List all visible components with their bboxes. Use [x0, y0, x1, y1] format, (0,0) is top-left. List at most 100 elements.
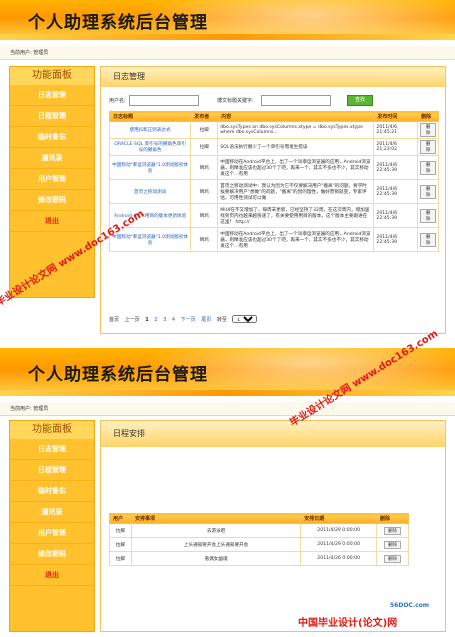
table-row: 中国移动"幸运浏览器"1.0测试版初体验 晴鸡 中国移动在Android平台上，…: [108, 155, 439, 180]
table-row: 首页之移动测试 晴鸡 首页之移动测试中：我认为因为它不仅要解决用户"搬离"的问题…: [108, 179, 439, 204]
footer-site-name: 中国毕业设计(论文)网: [298, 618, 398, 629]
keyword-label: 博文标题关键字:: [217, 98, 254, 104]
col-delete: 删除: [376, 513, 409, 524]
sidebar-item-log[interactable]: 日志管理: [10, 439, 94, 460]
log-author: 晴鸡: [190, 155, 219, 180]
log-time: 2011/4/6 22:45:39: [373, 179, 419, 204]
pager-goto-label: 转至: [216, 317, 227, 323]
schedule-date: 2011/4/29 0:00:00: [300, 523, 378, 538]
sidebar: 功能面板 日志管理 日程管理 临时备忘 通讯录 用户管理 修改密码 退出: [9, 420, 95, 632]
schedule-table: 用户 安排事项 安排日期 删除 拉脚 去游泳吧 2011/4/29 0:00:0…: [109, 513, 409, 566]
log-time: 2011/4/6 22:45:39: [373, 155, 419, 180]
pager-page-1[interactable]: 1: [145, 317, 148, 323]
col-title: 日志标题: [108, 111, 192, 122]
search-button[interactable]: 查找: [347, 95, 373, 106]
col-date: 安排日期: [300, 513, 378, 524]
schedule-item: 看偶女幽魂: [130, 551, 302, 566]
delete-button[interactable]: 删除: [384, 526, 402, 535]
schedule-item: 去游泳吧: [130, 523, 302, 538]
sidebar-item-logout[interactable]: 退出: [10, 565, 94, 586]
table-row: 拉脚 看偶女幽魂 2011/4/26 0:00:00 删除: [109, 551, 409, 566]
app-banner: 个人助理系统后台管理: [0, 0, 455, 40]
schedule-date: 2011/4/29 0:00:00: [300, 537, 378, 552]
footer-logo: 56DOC.com: [390, 602, 430, 609]
table-row: 中国移动"幸运浏览器"1.0测试版初体验 晴鸡 中国移动在Android平台上，…: [108, 227, 439, 252]
delete-button[interactable]: 删除: [384, 540, 402, 549]
log-table: 日志标题 发布者 内容 发布时间 删除 使用JS和正则表达式 拉脚 dbo.sy…: [108, 111, 439, 252]
sidebar-item-contacts[interactable]: 通讯录: [10, 148, 94, 169]
schedule-date: 2011/4/26 0:00:00: [300, 551, 378, 566]
schedule-screenshot: 个人助理系统后台管理 当前用户: 管理员 功能面板 日志管理 日程管理 临时备忘…: [0, 348, 455, 637]
sidebar-item-password[interactable]: 修改密码: [10, 544, 94, 565]
schedule-user: 拉脚: [109, 551, 132, 566]
pager-page-4[interactable]: 4: [172, 317, 175, 323]
sidebar-item-users[interactable]: 用户管理: [10, 169, 94, 190]
delete-button[interactable]: 删除: [420, 232, 436, 247]
current-user-bar: 当前用户: 管理员: [0, 402, 455, 416]
pager-page-2[interactable]: 2: [154, 317, 157, 323]
log-title-link[interactable]: ORACLE SQL 单引号的撤角色单引号的撤角色: [108, 138, 192, 156]
col-user: 用户: [109, 513, 132, 524]
delete-button[interactable]: 删除: [384, 554, 402, 563]
username-label: 用户名:: [109, 98, 126, 104]
log-management-screenshot: 个人助理系统后台管理 当前用户: 管理员 功能面板 日志管理 日程管理 临时备忘…: [0, 0, 455, 338]
delete-button[interactable]: 删除: [420, 123, 436, 137]
banner-title: 个人助理系统后台管理: [28, 365, 208, 385]
pager-last[interactable]: 尾页: [201, 317, 211, 323]
log-content: 中国移动在Android平台上，出了一个叫幸运浏览器的应用，Android浏览器…: [217, 155, 375, 180]
schedule-user: 拉脚: [109, 537, 132, 552]
schedule-content-area: 日程安排 用户 安排事项 安排日期 删除 拉脚 去游泳吧 2011/4/29 0…: [100, 420, 446, 632]
col-item: 安排事项: [130, 513, 302, 524]
sidebar-item-log[interactable]: 日志管理: [10, 85, 94, 106]
pager-first[interactable]: 首页: [109, 317, 119, 323]
sidebar-item-memo[interactable]: 临时备忘: [10, 127, 94, 148]
log-title-link[interactable]: 首页之移动测试: [108, 179, 192, 204]
schedule-user: 拉脚: [109, 523, 132, 538]
pager: 首页 上一页 1 2 3 4 下一页 尾页 转至 1: [109, 315, 258, 323]
log-content: MIUI在不又增加了，每周末更新，已经坚持了32周，在这次周内，增加里找到页内也…: [217, 203, 375, 228]
pager-goto-select[interactable]: 1: [232, 315, 258, 323]
delete-button[interactable]: 删除: [420, 208, 436, 223]
section-title: 日程安排: [101, 421, 445, 447]
log-title-link[interactable]: 使用JS和正则表达式: [108, 121, 192, 139]
col-content: 内容: [217, 111, 375, 122]
pager-next[interactable]: 下一页: [181, 317, 196, 323]
delete-button[interactable]: 删除: [420, 184, 436, 199]
sidebar-item-password[interactable]: 修改密码: [10, 190, 94, 211]
log-time: 2011/4/6 21:23:02: [373, 138, 419, 156]
log-author: 晴鸡: [190, 227, 219, 252]
pager-prev[interactable]: 上一页: [125, 317, 140, 323]
log-author: 晴鸡: [190, 179, 219, 204]
log-title-link[interactable]: 中国移动"幸运浏览器"1.0测试版初体验: [108, 155, 192, 180]
log-content: dbo.sysTypes on dbo.sysColumns.xtype = d…: [217, 121, 375, 139]
search-row: 用户名: 博文标题关键字: 查找: [109, 95, 439, 107]
col-time: 发布时间: [373, 111, 419, 122]
sidebar-item-users[interactable]: 用户管理: [10, 523, 94, 544]
log-content: 首页之移动测试中：我认为因为它不仅要解决用户"搬离"的问题，要学时候要解决用户"…: [217, 179, 375, 204]
sidebar-item-contacts[interactable]: 通讯录: [10, 502, 94, 523]
log-time: 2011/4/6 22:45:39: [373, 203, 419, 228]
delete-button[interactable]: 删除: [420, 140, 436, 154]
log-author: 晴鸡: [190, 203, 219, 228]
col-author: 发布者: [190, 111, 219, 122]
pager-page-3[interactable]: 3: [163, 317, 166, 323]
log-content: 中国移动在Android平台上，出了一个叫幸运浏览器的应用，Android浏览器…: [217, 227, 375, 252]
username-input[interactable]: [129, 95, 199, 106]
sidebar-item-schedule[interactable]: 日程管理: [10, 106, 94, 127]
log-content: SQL语法执行撤少了一个单引号而发生错误: [217, 138, 375, 156]
sidebar-item-schedule[interactable]: 日程管理: [10, 460, 94, 481]
table-row: 使用JS和正则表达式 拉脚 dbo.sysTypes on dbo.sysCol…: [108, 121, 439, 139]
sidebar-item-memo[interactable]: 临时备忘: [10, 481, 94, 502]
sidebar-item-logout[interactable]: 退出: [10, 211, 94, 232]
banner-title: 个人助理系统后台管理: [28, 13, 208, 33]
col-delete: 删除: [417, 111, 439, 122]
log-time: 2011/4/6 21:45:21: [373, 121, 419, 139]
delete-button[interactable]: 删除: [420, 160, 436, 175]
keyword-input[interactable]: [261, 95, 331, 106]
current-user-bar: 当前用户: 管理员: [0, 46, 455, 60]
table-row: 拉脚 去游泳吧 2011/4/29 0:00:00 删除: [109, 523, 409, 538]
schedule-item: 上头通知要开会上头通知要开会: [130, 537, 302, 552]
section-title: 日志管理: [101, 67, 445, 87]
log-author: 拉脚: [190, 138, 219, 156]
log-author: 拉脚: [190, 121, 219, 139]
